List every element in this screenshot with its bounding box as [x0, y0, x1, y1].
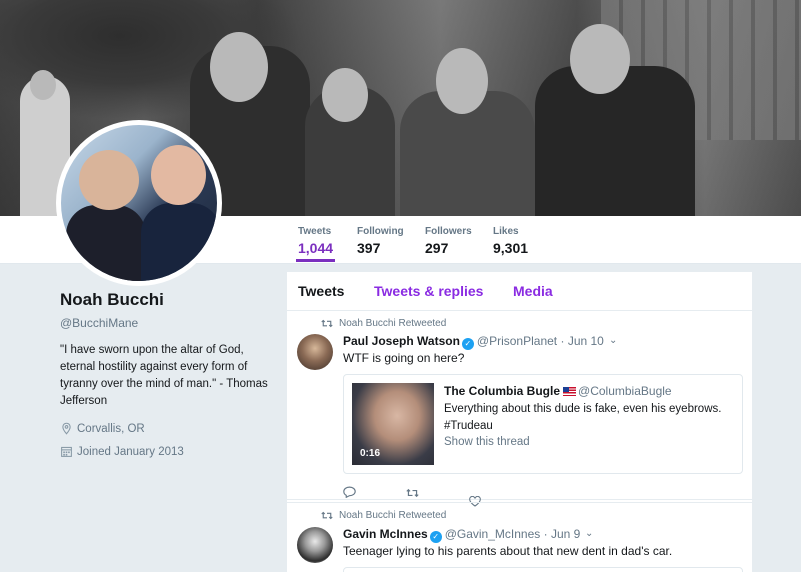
profile-name[interactable]: Noah Bucchi [60, 290, 275, 310]
stat-label: Followers [425, 226, 472, 237]
quoted-tweet[interactable]: 0:16 The Columbia Bugle @ColumbiaBugle Ev… [343, 374, 743, 474]
profile-joined: Joined January 2013 [60, 445, 275, 458]
stat-tweets[interactable]: Tweets 1,044 [295, 226, 336, 262]
stat-label: Following [357, 226, 404, 237]
quote-author-name: The Columbia Bugle [444, 384, 561, 398]
verified-icon: ✓ [461, 338, 474, 350]
profile-card: Noah Bucchi @BucchiMane "I have sworn up… [60, 290, 275, 458]
joined-text: Joined January 2013 [77, 445, 184, 458]
tweet[interactable]: Noah Bucchi Retweeted Paul Joseph Watson… [287, 312, 752, 507]
retweet-label: Noah Bucchi Retweeted [339, 510, 447, 521]
stat-followers[interactable]: Followers 297 [425, 226, 472, 256]
tweet-date[interactable]: · Jun 10 [560, 334, 603, 348]
tweet-author-handle[interactable]: @PrisonPlanet [477, 334, 557, 348]
tab-media[interactable]: Media [513, 283, 553, 299]
retweet-icon [321, 319, 333, 328]
tweet[interactable]: Noah Bucchi Retweeted Gavin McInnes ✓ @Gav… [287, 502, 752, 572]
tweet-text: Teenager lying to his parents about that… [343, 544, 673, 558]
quote-header: The Columbia Bugle @ColumbiaBugle [444, 384, 672, 398]
stat-value: 9,301 [493, 240, 529, 256]
location-text: Corvallis, OR [77, 422, 145, 435]
calendar-icon [61, 446, 72, 457]
retweet-label: Noah Bucchi Retweeted [339, 318, 447, 329]
timeline: Tweets Tweets & replies Media Noah Bucch… [287, 272, 752, 572]
video-thumbnail[interactable]: 0:16 [352, 383, 434, 465]
video-duration: 0:16 [360, 448, 381, 459]
stat-label: Likes [493, 226, 519, 237]
tweet-header: Gavin McInnes ✓ @Gavin_McInnes · Jun 9 [343, 527, 580, 543]
chevron-down-icon[interactable]: ⌄ [609, 335, 617, 346]
profile-location: Corvallis, OR [60, 422, 275, 435]
tweet-text: WTF is going on here? [343, 351, 465, 365]
location-icon [62, 422, 71, 435]
quote-author-handle: @ColumbiaBugle [578, 384, 672, 398]
timeline-tabs: Tweets Tweets & replies Media [287, 272, 752, 311]
profile-avatar[interactable] [56, 120, 222, 286]
tweet-header: Paul Joseph Watson ✓ @PrisonPlanet · Jun 1… [343, 334, 604, 350]
stat-likes[interactable]: Likes 9,301 [493, 226, 528, 256]
retweet-context: Noah Bucchi Retweeted [321, 510, 446, 521]
stat-value: 1,044 [298, 240, 334, 256]
tweet-author-handle[interactable]: @Gavin_McInnes [445, 527, 541, 541]
profile-bio: "I have sworn upon the altar of God, ete… [60, 344, 268, 407]
retweet-icon [321, 511, 333, 520]
tab-tweets-replies[interactable]: Tweets & replies [374, 283, 483, 299]
verified-icon: ✓ [429, 531, 442, 543]
us-flag-icon [563, 387, 577, 396]
tweet-date[interactable]: · Jun 9 [544, 527, 581, 541]
stat-following[interactable]: Following 397 [357, 226, 404, 256]
media-card[interactable] [343, 567, 743, 572]
stat-value: 397 [357, 240, 381, 256]
tweet-avatar[interactable] [297, 527, 333, 563]
tab-tweets[interactable]: Tweets [298, 283, 344, 299]
show-thread-link[interactable]: Show this thread [444, 436, 530, 448]
retweet-context: Noah Bucchi Retweeted [321, 318, 446, 329]
quote-text: Everything about this dude is fake, even… [444, 403, 722, 432]
stat-value: 297 [425, 240, 449, 256]
stat-label: Tweets [298, 226, 332, 237]
profile-handle[interactable]: @BucchiMane [60, 316, 275, 330]
chevron-down-icon[interactable]: ⌄ [585, 528, 593, 539]
tweet-avatar[interactable] [297, 334, 333, 370]
tweet-author-name[interactable]: Paul Joseph Watson [343, 334, 460, 348]
tweet-author-name[interactable]: Gavin McInnes [343, 527, 428, 541]
